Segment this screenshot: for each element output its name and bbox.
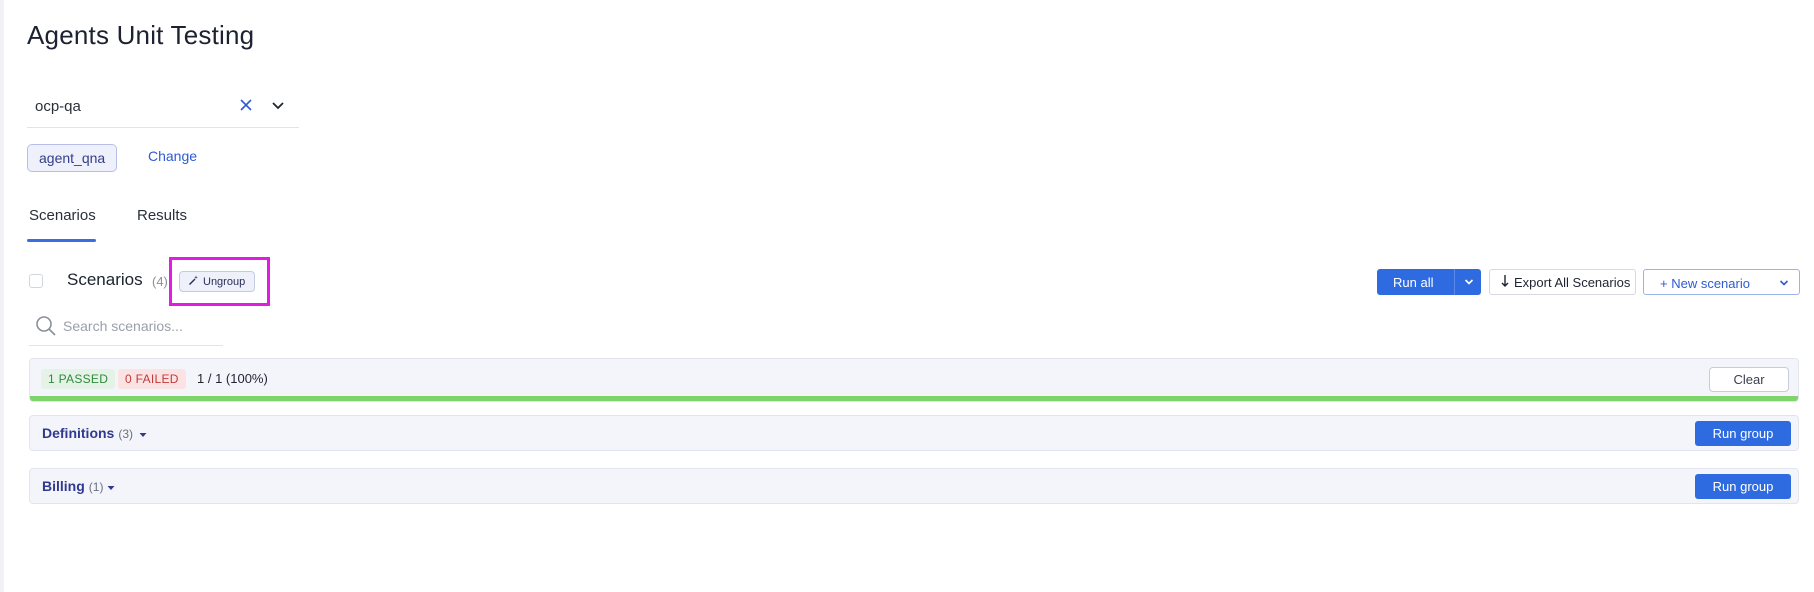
highlight-annotation	[169, 257, 270, 306]
run-group-button[interactable]: Run group	[1695, 421, 1791, 446]
results-summary: 1 PASSED 0 FAILED 1 / 1 (100%) Clear	[29, 358, 1799, 402]
failed-badge: 0 FAILED	[118, 369, 186, 389]
change-agent-link[interactable]: Change	[148, 148, 197, 164]
export-label: Export All Scenarios	[1514, 274, 1631, 290]
group-name-label: Definitions	[42, 425, 115, 441]
chevron-down-icon[interactable]	[268, 96, 288, 116]
export-all-button[interactable]: Export All Scenarios	[1489, 269, 1636, 295]
group-name[interactable]: Billing (1)	[42, 478, 103, 494]
group-name[interactable]: Definitions (3)	[42, 425, 133, 441]
run-all-button[interactable]: Run all	[1377, 269, 1481, 295]
project-select-value: ocp-qa	[35, 98, 81, 115]
group-row-definitions[interactable]: Definitions (3) Run group	[29, 415, 1799, 451]
search-input[interactable]	[63, 315, 219, 337]
select-all-checkbox[interactable]	[29, 274, 43, 288]
agent-chip: agent_qna	[27, 144, 118, 172]
project-select[interactable]: ocp-qa	[27, 90, 299, 128]
passed-badge: 1 PASSED	[41, 369, 116, 389]
search-icon	[35, 315, 57, 337]
chevron-down-icon[interactable]	[1461, 274, 1477, 290]
active-tab-indicator	[27, 239, 96, 242]
scenarios-heading: Scenarios	[67, 270, 143, 289]
group-count: (1)	[88, 480, 104, 494]
run-group-button[interactable]: Run group	[1695, 474, 1791, 499]
group-row-billing[interactable]: Billing (1) Run group	[29, 468, 1799, 504]
new-scenario-button[interactable]: + New scenario	[1643, 269, 1800, 295]
scenarios-count: (4)	[152, 274, 168, 289]
tab-scenarios[interactable]: Scenarios	[29, 207, 96, 224]
close-icon[interactable]	[235, 94, 257, 116]
progress-bar	[30, 396, 1798, 401]
page-title: Agents Unit Testing	[27, 20, 255, 50]
tab-results[interactable]: Results	[137, 207, 187, 224]
progress-fill	[30, 396, 1798, 401]
download-arrow-icon	[1500, 274, 1510, 291]
caret-down-icon[interactable]	[105, 481, 117, 493]
new-scenario-label: + New scenario	[1660, 276, 1750, 291]
search-field[interactable]	[29, 310, 223, 346]
left-rail	[0, 0, 4, 592]
split-divider	[1454, 269, 1455, 295]
group-count: (3)	[118, 427, 134, 441]
run-all-label: Run all	[1393, 275, 1434, 290]
pass-ratio: 1 / 1 (100%)	[197, 371, 268, 386]
group-name-label: Billing	[42, 478, 85, 494]
clear-results-button[interactable]: Clear	[1709, 367, 1789, 392]
caret-down-icon[interactable]	[137, 428, 149, 440]
chevron-down-icon[interactable]	[1776, 275, 1792, 291]
